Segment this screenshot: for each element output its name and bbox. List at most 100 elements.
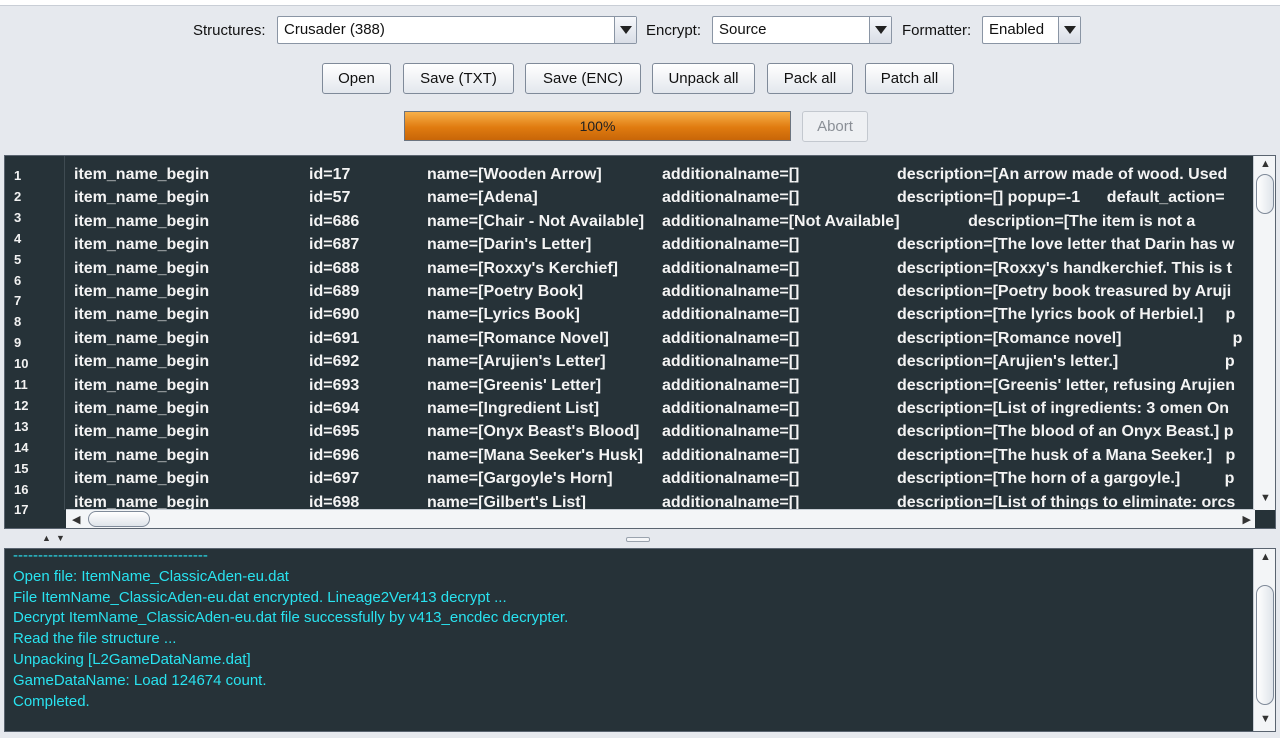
code-token-c3: name=[Gilbert's List]: [427, 493, 586, 510]
code-token-c3: name=[Chair - Not Available]: [427, 212, 645, 230]
code-token-c4: additionalname=[]: [662, 353, 800, 371]
scroll-down-icon[interactable]: ▼: [1260, 713, 1271, 725]
code-token-c4: additionalname=[]: [662, 376, 800, 394]
code-token-c2: id=688: [309, 259, 360, 277]
code-token-c4: additionalname=[]: [662, 493, 800, 510]
line-number: 3: [14, 209, 22, 225]
log-line: GameDataName: Load 124674 count.: [13, 671, 267, 689]
scroll-up-icon[interactable]: ▲: [1260, 158, 1271, 170]
code-token-c3: name=[Arujien's Letter]: [427, 353, 606, 371]
scroll-left-icon[interactable]: ◀: [72, 513, 80, 526]
abort-button[interactable]: Abort: [802, 111, 868, 142]
code-token-c5: description=[The horn of a gargoyle.] p: [897, 470, 1235, 488]
code-token-c3: name=[Adena]: [427, 189, 538, 207]
scroll-up-icon[interactable]: ▲: [1260, 551, 1271, 563]
code-token-c3: name=[Mana Seeker's Husk]: [427, 446, 643, 464]
code-token-c5: description=[The blood of an Onyx Beast.…: [897, 423, 1234, 441]
code-token-c2: id=686: [309, 212, 360, 230]
log-line: Read the file structure ...: [13, 630, 177, 648]
code-token-c4: additionalname=[]: [662, 236, 800, 254]
code-token-c5: description=[Roxxy's handkerchief. This …: [897, 259, 1233, 277]
editor-horizontal-scroll-thumb[interactable]: [88, 511, 150, 527]
log-line: Completed.: [13, 692, 90, 710]
code-token-c1: item_name_begin: [74, 470, 210, 488]
chevron-down-icon[interactable]: [614, 17, 636, 43]
code-token-c1: item_name_begin: [74, 400, 210, 417]
patch-all-button[interactable]: Patch all: [865, 63, 954, 94]
code-token-c4: additionalname=[]: [662, 259, 800, 277]
code-token-c2: id=689: [309, 283, 360, 300]
code-token-c2: id=696: [309, 446, 360, 464]
code-token-c3: name=[Gargoyle's Horn]: [427, 470, 613, 488]
log-line: Open file: ItemName_ClassicAden-eu.dat: [13, 567, 289, 585]
structures-select[interactable]: Crusader (388): [277, 16, 637, 44]
code-token-c3: name=[Darin's Letter]: [427, 236, 592, 254]
code-token-c1: item_name_begin: [74, 212, 210, 230]
code-token-c5: description=[The lyrics book of Herbiel.…: [897, 306, 1236, 324]
line-number: 15: [14, 460, 29, 476]
code-token-c4: additionalname=[]: [662, 283, 800, 300]
chevron-down-icon[interactable]: [869, 17, 891, 43]
encrypt-select[interactable]: Source: [712, 16, 892, 44]
editor-horizontal-scrollbar[interactable]: ◀ ▶: [66, 509, 1255, 528]
code-token-c1: item_name_begin: [74, 446, 210, 464]
editor-vertical-scroll-thumb[interactable]: [1256, 174, 1274, 214]
scroll-right-icon[interactable]: ▶: [1243, 513, 1251, 526]
open-button[interactable]: Open: [322, 63, 391, 94]
code-token-c4: additionalname=[]: [662, 446, 800, 464]
code-token-c1: item_name_begin: [74, 189, 210, 207]
divider-grip-icon[interactable]: [626, 537, 650, 542]
unpack-all-button[interactable]: Unpack all: [652, 63, 755, 94]
code-token-c4: additionalname=[]: [662, 470, 800, 488]
split-pane-divider[interactable]: ▲ ▼: [0, 531, 1280, 547]
structures-select-value: Crusader (388): [284, 21, 385, 38]
line-number: 11: [14, 377, 28, 392]
save-enc-button[interactable]: Save (ENC): [525, 63, 641, 94]
code-token-c2: id=693: [309, 376, 360, 394]
formatter-label: Formatter:: [902, 22, 972, 39]
log-line: Decrypt ItemName_ClassicAden-eu.dat file…: [13, 609, 569, 627]
line-number: 12: [14, 397, 29, 413]
code-token-c3: name=[Ingredient List]: [427, 400, 600, 417]
code-token-c5: description=[List of ingredients: 3 omen…: [897, 400, 1230, 417]
code-token-c2: id=17: [309, 166, 351, 183]
formatter-select[interactable]: Enabled: [982, 16, 1081, 44]
editor-vertical-scrollbar[interactable]: ▲ ▼: [1253, 156, 1275, 510]
save-txt-button[interactable]: Save (TXT): [403, 63, 514, 94]
collapse-up-icon[interactable]: ▲: [42, 533, 51, 543]
line-number: 16: [14, 481, 29, 497]
console-vertical-scroll-thumb[interactable]: [1256, 585, 1274, 705]
code-token-c2: id=695: [309, 423, 360, 441]
console-vertical-scrollbar[interactable]: ▲ ▼: [1253, 549, 1275, 731]
line-number: 17: [14, 502, 29, 518]
code-token-c1: item_name_begin: [74, 493, 210, 510]
code-token-c3: name=[Onyx Beast's Blood]: [427, 423, 640, 441]
code-token-c3: name=[Greenis' Letter]: [427, 376, 602, 394]
pack-all-button[interactable]: Pack all: [767, 63, 853, 94]
code-token-c4: additionalname=[Not Available]: [662, 212, 900, 230]
code-token-c4: additionalname=[]: [662, 306, 800, 324]
code-token-c4: additionalname=[]: [662, 329, 800, 347]
code-token-c1: item_name_begin: [74, 353, 210, 371]
chevron-down-icon[interactable]: [1058, 17, 1080, 43]
code-token-c5: description=[The husk of a Mana Seeker.]…: [897, 446, 1236, 464]
code-token-c4: additionalname=[]: [662, 189, 800, 207]
log-line: ---------------------------------------: [13, 547, 208, 564]
log-line: File ItemName_ClassicAden-eu.dat encrypt…: [13, 588, 507, 606]
collapse-down-icon[interactable]: ▼: [56, 533, 65, 543]
code-token-c4: additionalname=[]: [662, 166, 800, 183]
code-token-c2: id=697: [309, 470, 360, 488]
code-token-c5: description=[The love letter that Darin …: [897, 236, 1235, 254]
progress-bar: 100%: [404, 111, 791, 141]
line-number: 4: [14, 230, 22, 246]
line-number-gutter: 1 2 3 4 5 6 7 8 9 10 11 12 13 14 15 16 17: [5, 156, 65, 517]
editor-text-area[interactable]: item_name_begin id=17 name=[Wooden Arrow] a…: [66, 156, 1254, 510]
line-number: 13: [14, 418, 29, 434]
code-token-c5: description=[Poetry book treasured by Ar…: [897, 283, 1232, 300]
code-token-c3: name=[Romance Novel]: [427, 329, 609, 347]
code-token-c1: item_name_begin: [74, 329, 210, 347]
code-editor[interactable]: 1 2 3 4 5 6 7 8 9 10 11 12 13 14 15 16 17 item_name_begi…: [4, 155, 1276, 529]
log-console[interactable]: --------------------------------------- O…: [4, 547, 1276, 732]
scroll-down-icon[interactable]: ▼: [1260, 492, 1271, 504]
progress-label: 100%: [579, 118, 616, 134]
